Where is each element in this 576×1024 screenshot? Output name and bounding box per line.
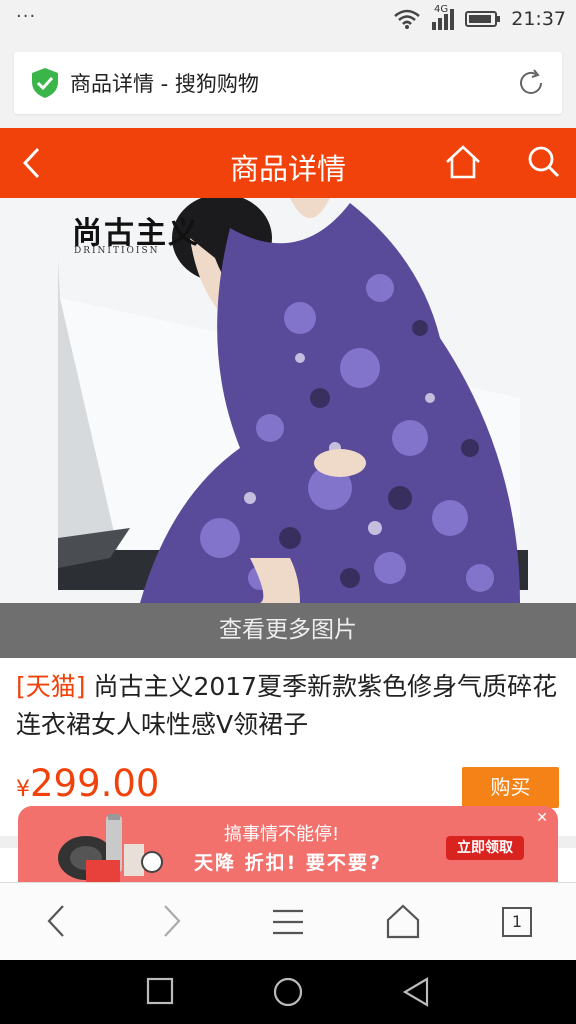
header-title: 商品详情 — [229, 152, 346, 186]
more-images-button[interactable]: 查看更多图片 — [0, 603, 576, 658]
address-bar[interactable]: 商品详情 - 搜狗购物 — [14, 52, 562, 114]
shield-check-icon — [32, 68, 58, 98]
store-tag: [天猫] — [16, 672, 86, 701]
back-triangle-icon[interactable] — [402, 976, 430, 1008]
promo-banner[interactable]: 搞事情不能停! 天降 折扣! 要不要? 立即领取 ✕ — [18, 806, 558, 888]
claim-button[interactable]: 立即领取 — [446, 836, 524, 860]
promo-subline: 天降 折扣! 要不要? — [194, 852, 382, 874]
home-circle-icon[interactable] — [272, 976, 304, 1008]
product-title: [天猫] 尚古主义2017夏季新款紫色修身气质碎花连衣裙女人味性感V领裙子 — [16, 668, 562, 744]
browser-address-area: 商品详情 - 搜狗购物 — [0, 40, 576, 128]
recent-apps-icon[interactable] — [146, 976, 174, 1006]
home-icon[interactable] — [386, 903, 420, 939]
signal-icon — [432, 9, 455, 30]
tab-count-button[interactable]: 1 — [502, 907, 532, 937]
battery-icon — [465, 11, 501, 27]
status-time: 21:37 — [511, 8, 566, 30]
buy-button[interactable]: 购买 — [462, 767, 559, 808]
currency-symbol: ¥ — [16, 777, 30, 802]
status-bar: ··· 4G 21:37 — [0, 0, 576, 40]
wifi-icon — [394, 9, 421, 29]
price-row: ¥299.00 — [16, 762, 159, 805]
close-icon[interactable]: ✕ — [536, 810, 548, 826]
app-header: 商品详情 — [0, 128, 576, 198]
system-nav-bar — [0, 960, 576, 1024]
promo-products-image — [58, 814, 163, 882]
search-icon[interactable] — [526, 144, 562, 180]
reload-icon[interactable] — [516, 68, 546, 98]
menu-icon[interactable] — [272, 907, 304, 937]
browser-toolbar: 1 — [0, 882, 576, 960]
product-photo — [0, 198, 576, 658]
page-title: 商品详情 - 搜狗购物 — [70, 72, 259, 96]
product-image[interactable]: 尚古主义 DRINITIOISN 查看更多图片 — [0, 198, 576, 658]
promo-headline: 搞事情不能停! — [224, 824, 340, 845]
notification-dots: ··· — [16, 6, 37, 27]
brand-sub: DRINITIOISN — [74, 246, 160, 256]
back-icon[interactable] — [44, 903, 68, 939]
price-value: 299.00 — [30, 762, 160, 805]
home-icon[interactable] — [444, 144, 482, 180]
forward-icon[interactable] — [160, 903, 184, 939]
product-title-text: 尚古主义2017夏季新款紫色修身气质碎花连衣裙女人味性感V领裙子 — [16, 672, 558, 739]
status-right: 21:37 — [393, 8, 566, 30]
